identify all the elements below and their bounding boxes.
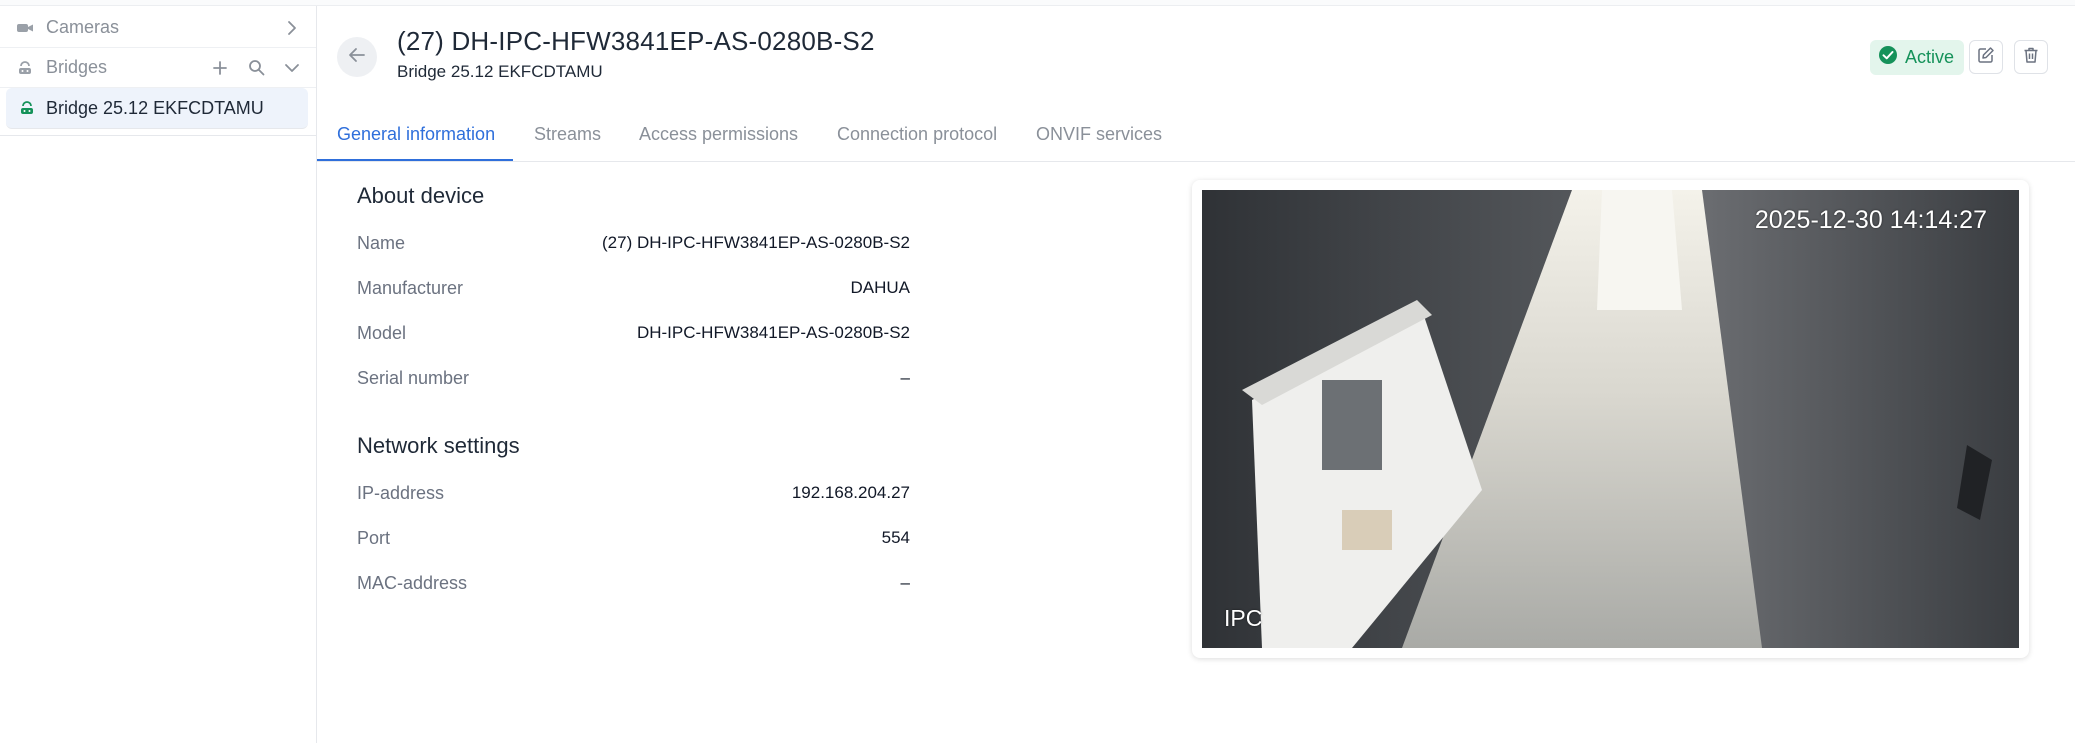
- field-value-serial-number: –: [900, 368, 910, 387]
- tab-access-permissions[interactable]: Access permissions: [639, 106, 798, 162]
- camera-preview[interactable]: 2025-12-30 14:14:27 IPC: [1202, 190, 2019, 648]
- field-label-ip-address: IP-address: [357, 483, 445, 503]
- plus-icon[interactable]: [210, 58, 230, 78]
- tab-general-information[interactable]: General information: [337, 106, 495, 162]
- bridge-online-icon: [18, 99, 36, 117]
- field-label-manufacturer: Manufacturer: [357, 278, 464, 298]
- chevron-down-icon[interactable]: [282, 58, 302, 78]
- camera-osd-name: IPC: [1224, 605, 1263, 631]
- chevron-right-icon[interactable]: [282, 18, 302, 38]
- arrow-left-icon: [348, 47, 366, 68]
- camera-timestamp: 2025-12-30 14:14:27: [1754, 206, 1987, 234]
- sidebar-item-cameras-label: Cameras: [46, 17, 120, 37]
- field-label-name: Name: [357, 233, 406, 253]
- status-badge: Active: [1870, 40, 1965, 75]
- sidebar-bridge-item[interactable]: Bridge 25.12 EKFCDTAMU: [6, 88, 308, 129]
- back-button[interactable]: [337, 37, 377, 77]
- field-value-port: 554: [881, 528, 910, 547]
- field-label-model: Model: [357, 323, 407, 343]
- field-label-port: Port: [357, 528, 391, 548]
- page-title: (27) DH-IPC-HFW3841EP-AS-0280B-S2: [397, 26, 875, 56]
- check-circle-icon: [1878, 45, 1898, 70]
- sidebar: Cameras Bridges Bridge 25.12 EKFCDTAMU: [0, 6, 317, 743]
- field-value-manufacturer: DAHUA: [850, 278, 910, 297]
- trash-icon: [2022, 46, 2040, 69]
- active-tab-indicator: [317, 159, 513, 161]
- field-value-name: (27) DH-IPC-HFW3841EP-AS-0280B-S2: [602, 233, 910, 252]
- field-label-mac-address: MAC-address: [357, 573, 468, 593]
- delete-button[interactable]: [2014, 40, 2048, 74]
- camera-frame-image: [1202, 190, 2019, 648]
- network-settings-title: Network settings: [357, 433, 520, 458]
- about-device-title: About device: [357, 183, 485, 208]
- field-label-serial-number: Serial number: [357, 368, 470, 388]
- camera-icon: [16, 19, 34, 37]
- bridge-icon: [16, 59, 34, 77]
- field-value-ip-address: 192.168.204.27: [791, 483, 910, 502]
- edit-icon: [1977, 46, 1995, 69]
- sidebar-item-bridges[interactable]: Bridges: [0, 48, 316, 88]
- tab-onvif-services[interactable]: ONVIF services: [1036, 106, 1162, 162]
- divider: [0, 135, 316, 136]
- sidebar-bridge-item-label: Bridge 25.12 EKFCDTAMU: [46, 97, 264, 118]
- sidebar-item-cameras[interactable]: Cameras: [0, 8, 316, 48]
- page-subtitle: Bridge 25.12 EKFCDTAMU: [397, 62, 603, 81]
- field-value-model: DH-IPC-HFW3841EP-AS-0280B-S2: [636, 323, 910, 342]
- search-icon[interactable]: [246, 58, 266, 78]
- tab-bar: General information Streams Access permi…: [317, 106, 2075, 162]
- tab-connection-protocol[interactable]: Connection protocol: [837, 106, 997, 162]
- tab-streams[interactable]: Streams: [534, 106, 601, 162]
- field-value-mac-address: –: [900, 573, 910, 592]
- edit-button[interactable]: [1969, 40, 2003, 74]
- status-label: Active: [1905, 47, 1955, 67]
- sidebar-item-bridges-label: Bridges: [46, 57, 108, 77]
